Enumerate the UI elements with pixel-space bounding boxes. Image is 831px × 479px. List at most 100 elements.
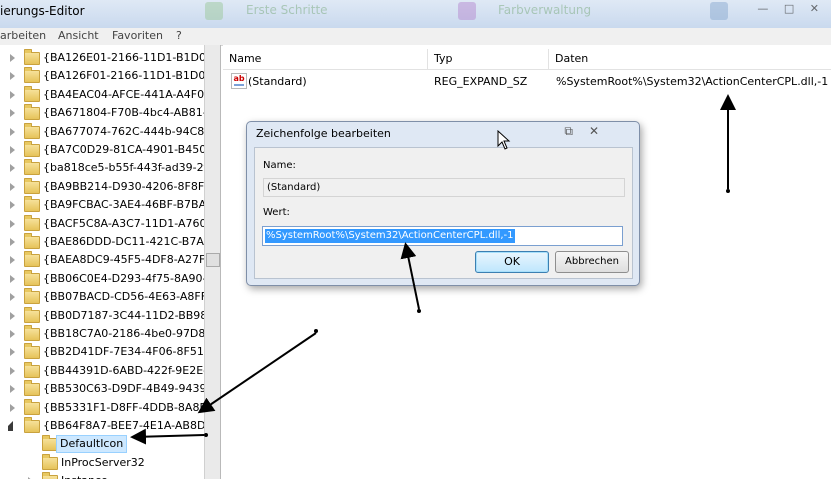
collapsed-triangle-icon[interactable] xyxy=(10,293,15,302)
background-toolbar-item: Erste Schritte xyxy=(246,3,328,17)
tree-item[interactable]: {BA126F01-2166-11D1-B1D0-0 xyxy=(0,66,216,85)
expanded-triangle-icon[interactable] xyxy=(8,421,13,431)
collapsed-triangle-icon[interactable] xyxy=(10,366,15,375)
folder-icon xyxy=(24,141,40,157)
tree-child-item[interactable]: InProcServer32 xyxy=(0,453,205,472)
tree-item[interactable]: {BB5331F1-D8FF-4DDB-8A8F-2 xyxy=(0,398,217,417)
row-name: (Standard) xyxy=(248,75,307,88)
tree-item[interactable]: {BAE86DDD-DC11-421C-B7AB xyxy=(0,232,211,251)
close-icon[interactable]: ✕ xyxy=(589,124,615,138)
tree-item[interactable]: {BA4EAC04-AFCE-441A-A4F0- xyxy=(0,85,209,104)
collapsed-triangle-icon[interactable] xyxy=(10,146,15,154)
collapsed-triangle-icon[interactable] xyxy=(10,348,15,357)
tree-item[interactable]: {BB0D7187-3C44-11D2-BB98-3 xyxy=(0,306,218,325)
mouse-cursor-icon xyxy=(497,130,511,150)
window-title-bar: ierungs-Editor Erste Schritte Farbverwal… xyxy=(0,0,831,28)
value-label: Wert: xyxy=(263,207,290,218)
tree-item[interactable]: {BA9FCBAC-3AE4-46BF-B7BA- xyxy=(0,195,210,214)
tree-item[interactable]: {BB2D41DF-7E34-4F06-8F51-0( xyxy=(0,342,219,361)
tree-item-label: {BB5331F1-D8FF-4DDB-8A8F-2 xyxy=(43,400,217,414)
tree-child-label: Instance xyxy=(61,474,108,479)
tree-item[interactable]: {BAEA8DC9-45F5-4DF8-A27F- xyxy=(0,250,209,269)
collapsed-triangle-icon[interactable] xyxy=(10,127,15,136)
collapsed-triangle-icon[interactable] xyxy=(10,403,15,412)
tree-item-label: {BA126E01-2166-11D1-B1D0-0 xyxy=(43,51,217,64)
tree-child-item[interactable]: DefaultIcon xyxy=(0,434,205,454)
collapsed-triangle-icon[interactable] xyxy=(10,164,15,173)
collapsed-triangle-icon[interactable] xyxy=(10,72,15,81)
menu-help[interactable]: ? xyxy=(176,29,182,42)
collapsed-triangle-icon[interactable] xyxy=(10,238,15,246)
dialog-title: Zeichenfolge bearbeiten xyxy=(256,127,391,140)
value-input[interactable]: %SystemRoot%\System32\ActionCenterCPL.dl… xyxy=(262,226,623,246)
tree-item[interactable]: {BB06C0E4-D293-4f75-8A90-C xyxy=(0,269,214,288)
window-controls[interactable]: — □ ✕ xyxy=(757,2,825,15)
tree-item-label: {BA671804-F70B-4bc4-AB81-F xyxy=(43,106,213,120)
folder-icon xyxy=(24,398,40,415)
column-header-data[interactable]: Daten xyxy=(549,49,831,69)
tree-item[interactable]: {BA126E01-2166-11D1-B1D0-0 xyxy=(0,48,217,67)
tree-item-label: {ba818ce5-b55f-443f-ad39-2fe xyxy=(43,161,215,175)
tree-scrollbar-thumb[interactable] xyxy=(206,253,220,267)
header-divider xyxy=(223,69,831,70)
tree-item-label: {BA7C0D29-81CA-4901-B450-( xyxy=(43,143,215,156)
collapsed-triangle-icon[interactable] xyxy=(10,311,15,320)
row-data: %SystemRoot%\System32\ActionCenterCPL.dl… xyxy=(556,75,829,88)
collapsed-triangle-icon[interactable] xyxy=(10,109,15,118)
tree-item[interactable]: {BA7C0D29-81CA-4901-B450-( xyxy=(0,140,215,159)
folder-icon xyxy=(24,251,40,268)
menu-edit[interactable]: arbeiten xyxy=(0,29,46,42)
folder-icon xyxy=(24,159,40,176)
collapsed-triangle-icon[interactable] xyxy=(10,54,15,62)
tree-item-label: {BA677074-762C-444b-94C8-8 xyxy=(43,124,216,138)
tree-item[interactable]: {BA677074-762C-444b-94C8-8 xyxy=(0,122,215,141)
folder-icon xyxy=(24,85,40,102)
folder-icon xyxy=(24,380,40,397)
tree-item[interactable]: {BA9BB214-D930-4206-8F8F-B xyxy=(0,177,215,196)
folder-icon xyxy=(24,343,40,360)
column-header-name[interactable]: Name xyxy=(223,49,428,69)
tree-item[interactable]: {BB07BACD-CD56-4E63-A8FF- xyxy=(0,287,211,306)
collapsed-triangle-icon[interactable] xyxy=(10,90,15,99)
folder-icon xyxy=(24,361,40,378)
tree-scrollbar[interactable] xyxy=(204,45,220,479)
background-app-icon xyxy=(205,2,223,20)
registry-tree[interactable]: {BA126E01-2166-11D1-B1D0-0 {BA126F01-2166… xyxy=(0,45,221,479)
tree-item[interactable]: {BB44391D-6ABD-422f-9E2E-3 xyxy=(0,361,214,380)
collapsed-triangle-icon[interactable] xyxy=(10,256,15,265)
collapsed-triangle-icon[interactable] xyxy=(10,201,15,210)
tree-item-label: {BA126F01-2166-11D1-B1D0-0 xyxy=(43,69,217,83)
tree-item[interactable]: {BA671804-F70B-4bc4-AB81-F xyxy=(0,103,213,122)
tree-item-label: {BB2D41DF-7E34-4F06-8F51-0( xyxy=(43,345,220,359)
menu-view[interactable]: Ansicht xyxy=(58,29,99,42)
folder-icon xyxy=(24,417,40,433)
tree-item[interactable]: {BB64F8A7-BEE7-4E1A-AB8D- xyxy=(0,416,209,435)
tree-item[interactable]: {ba818ce5-b55f-443f-ad39-2fe xyxy=(0,158,214,177)
tree-child-label: InProcServer32 xyxy=(61,455,145,469)
column-header-type[interactable]: Typ xyxy=(428,49,549,69)
collapsed-triangle-icon[interactable] xyxy=(10,330,15,338)
tree-item-label: {BB18C7A0-2186-4be0-97D8-0 xyxy=(43,327,217,340)
folder-icon xyxy=(24,122,40,139)
collapsed-triangle-icon[interactable] xyxy=(10,274,15,283)
collapsed-triangle-icon[interactable] xyxy=(10,182,15,191)
tree-item[interactable]: {BACF5C8A-A3C7-11D1-A760- xyxy=(0,214,210,233)
collapsed-triangle-icon[interactable] xyxy=(10,385,15,394)
tree-child-item[interactable]: Instance xyxy=(0,471,205,479)
menu-favorites[interactable]: Favoriten xyxy=(112,29,163,42)
value-input-text: %SystemRoot%\System32\ActionCenterCPL.dl… xyxy=(265,229,515,243)
ok-button[interactable]: OK xyxy=(475,251,549,273)
tree-item[interactable]: {BB530C63-D9DF-4B49-9439-6 xyxy=(0,379,217,398)
restore-icon[interactable]: ⧉ xyxy=(564,124,589,138)
folder-icon xyxy=(24,325,40,341)
tree-item[interactable]: {BB18C7A0-2186-4be0-97D8-0 xyxy=(0,324,216,343)
background-toolbar-item: Farbverwaltung xyxy=(498,3,592,17)
tree-item-label: {BAEA8DC9-45F5-4DF8-A27F- xyxy=(43,253,210,267)
tree-item-label: {BA4EAC04-AFCE-441A-A4F0- xyxy=(43,87,209,101)
row-type: REG_EXPAND_SZ xyxy=(434,75,528,88)
collapsed-triangle-icon[interactable] xyxy=(10,219,15,228)
dialog-body: Name: (Standard) Wert: %SystemRoot%\Syst… xyxy=(254,147,633,279)
tree-item-label: {BB530C63-D9DF-4B49-9439-6 xyxy=(43,382,218,396)
name-field: (Standard) xyxy=(263,178,625,197)
cancel-button[interactable]: Abbrechen xyxy=(555,251,629,273)
